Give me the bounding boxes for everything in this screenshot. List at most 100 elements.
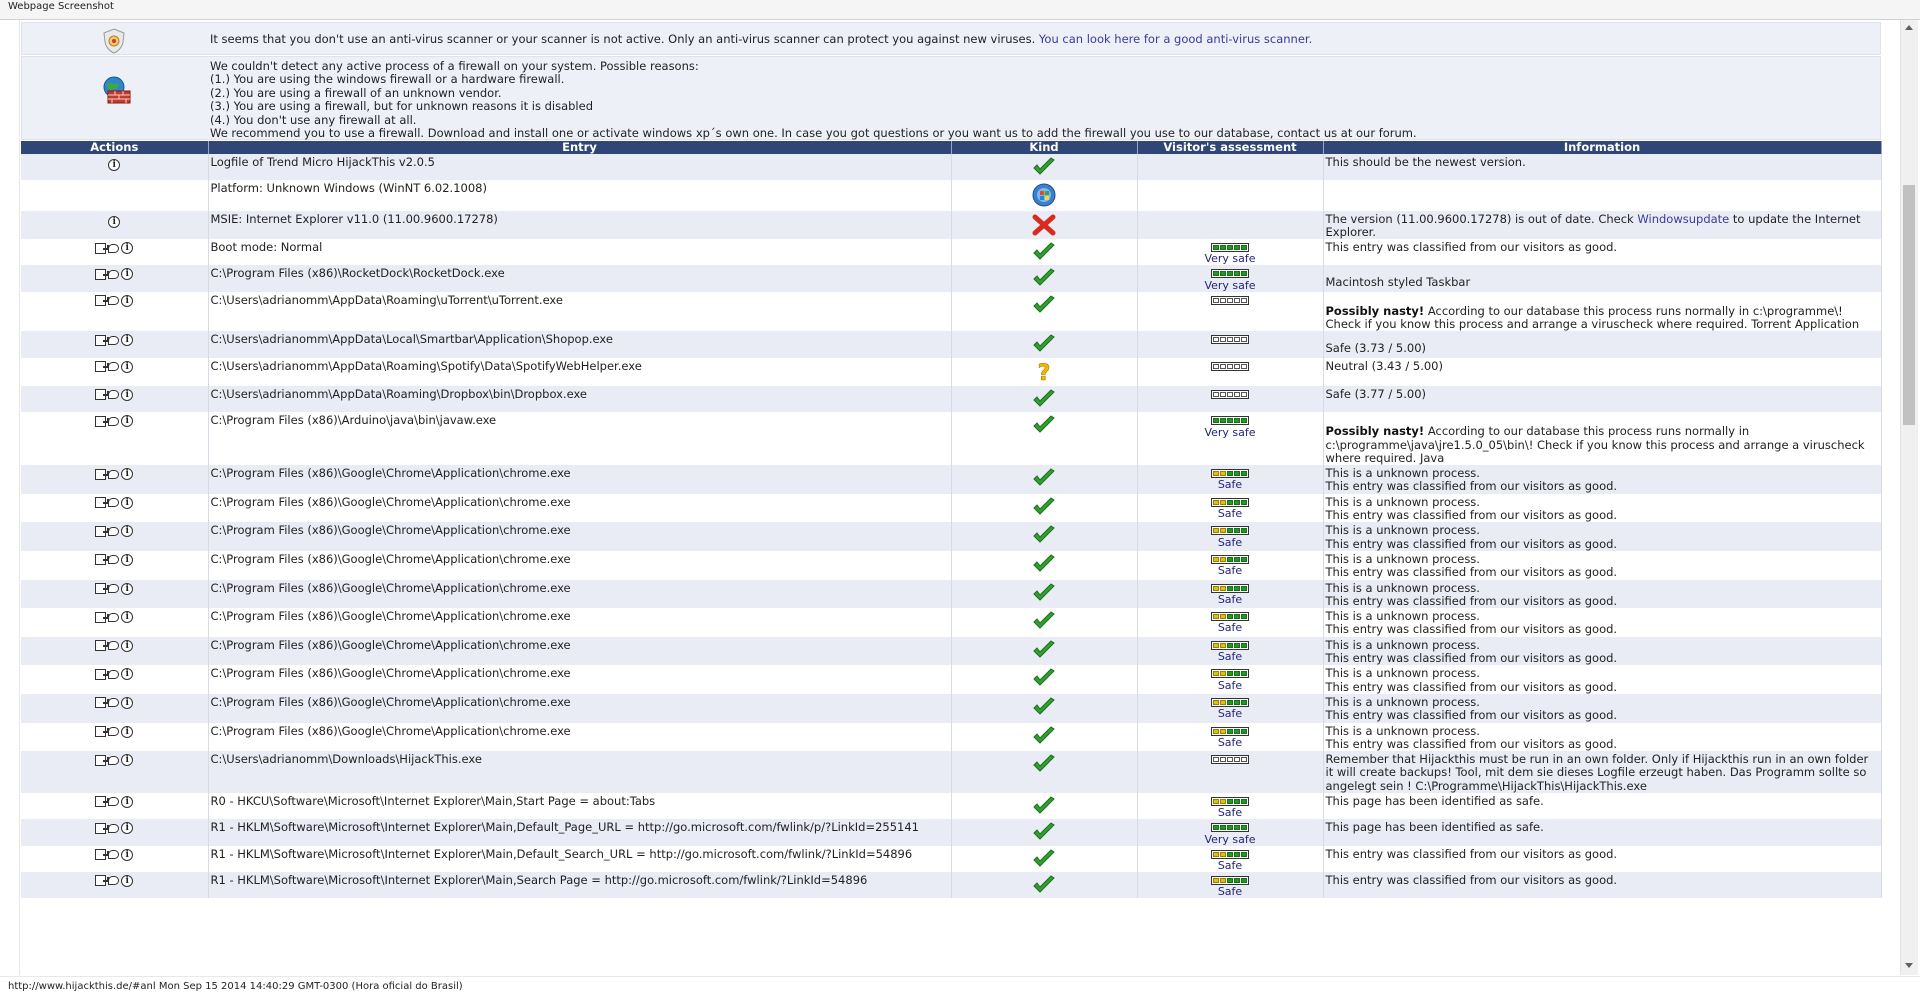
note-icon[interactable] (95, 875, 110, 887)
kind-cell (951, 608, 1138, 637)
note-icon[interactable] (95, 295, 110, 307)
comment-icon[interactable] (108, 641, 120, 651)
note-icon[interactable] (95, 796, 110, 808)
note-icon[interactable] (95, 361, 110, 373)
assessment-label[interactable]: Very safe (1138, 427, 1323, 438)
assessment-label[interactable]: Safe (1138, 594, 1323, 605)
info-icon[interactable]: i (121, 582, 134, 595)
comment-icon[interactable] (108, 823, 120, 833)
comment-icon[interactable] (108, 526, 120, 536)
assessment-label[interactable]: Safe (1138, 807, 1323, 818)
comment-icon[interactable] (108, 797, 120, 807)
info-icon[interactable]: i (121, 822, 134, 835)
comment-icon[interactable] (108, 243, 120, 253)
scroll-up-arrow-icon[interactable] (1905, 25, 1913, 30)
info-icon[interactable]: i (108, 215, 121, 228)
comment-icon[interactable] (108, 296, 120, 306)
comment-icon[interactable] (108, 335, 120, 345)
note-icon[interactable] (95, 497, 110, 509)
note-icon[interactable] (95, 754, 110, 766)
check-icon (1032, 415, 1056, 438)
table-row: Platform: Unknown Windows (WinNT 6.02.10… (21, 180, 1882, 211)
assessment-label[interactable]: Safe (1138, 680, 1323, 691)
note-icon[interactable] (95, 668, 110, 680)
note-icon[interactable] (95, 697, 110, 709)
assessment-label[interactable]: Safe (1138, 651, 1323, 662)
comment-icon[interactable] (108, 876, 120, 886)
note-icon[interactable] (95, 334, 110, 346)
comment-icon[interactable] (108, 755, 120, 765)
info-icon[interactable]: i (121, 468, 134, 481)
note-icon[interactable] (95, 415, 110, 427)
assessment-label[interactable]: Safe (1138, 886, 1323, 897)
assessment-label[interactable]: Very safe (1138, 253, 1323, 264)
info-icon[interactable]: i (121, 360, 134, 373)
row-actions: i (108, 159, 121, 171)
info-icon[interactable]: i (121, 795, 134, 808)
info-icon[interactable]: i (121, 725, 134, 738)
note-icon[interactable] (95, 611, 110, 623)
comment-icon[interactable] (108, 612, 120, 622)
comment-icon[interactable] (108, 362, 120, 372)
note-icon[interactable] (95, 389, 110, 401)
info-icon[interactable]: i (121, 611, 134, 624)
comment-icon[interactable] (108, 584, 120, 594)
info-icon[interactable]: i (121, 668, 134, 681)
note-icon[interactable] (95, 640, 110, 652)
windowsupdate-link[interactable]: Windowsupdate (1637, 212, 1729, 226)
note-icon[interactable] (95, 554, 110, 566)
info-icon[interactable]: i (121, 696, 134, 709)
assessment-label[interactable]: Safe (1138, 860, 1323, 871)
info-icon[interactable]: i (121, 334, 134, 347)
kind-cell (951, 751, 1138, 793)
scroll-down-arrow-icon[interactable] (1905, 963, 1913, 968)
info-icon[interactable]: i (121, 553, 134, 566)
assessment-cell: Safe (1137, 550, 1324, 580)
comment-icon[interactable] (108, 850, 120, 860)
info-icon[interactable]: i (121, 496, 134, 509)
actions-cell: i (21, 291, 209, 332)
assessment-label[interactable]: Safe (1138, 479, 1323, 490)
info-icon[interactable]: i (121, 848, 134, 861)
info-icon[interactable]: i (121, 268, 134, 281)
info-icon[interactable]: i (108, 159, 121, 171)
comment-icon[interactable] (108, 390, 120, 400)
note-icon[interactable] (95, 242, 110, 254)
note-icon[interactable] (95, 849, 110, 861)
scrollbar-thumb[interactable] (1903, 185, 1915, 425)
note-icon[interactable] (95, 822, 110, 834)
note-icon[interactable] (95, 726, 110, 737)
comment-icon[interactable] (108, 469, 120, 479)
info-icon[interactable]: i (121, 874, 134, 887)
note-icon[interactable] (95, 268, 110, 280)
assessment-label[interactable]: Safe (1138, 708, 1323, 719)
info-icon[interactable]: i (121, 415, 134, 428)
assessment-label[interactable]: Safe (1138, 622, 1323, 633)
rating-bar (1211, 389, 1249, 399)
antivirus-scanner-link[interactable]: You can look here for a good anti-virus … (1039, 32, 1312, 46)
info-icon[interactable]: i (121, 242, 134, 255)
assessment-label[interactable]: Safe (1138, 537, 1323, 548)
note-icon[interactable] (95, 525, 110, 537)
info-icon[interactable]: i (121, 294, 134, 307)
comment-icon[interactable] (108, 498, 120, 508)
comment-icon[interactable] (108, 698, 120, 708)
assessment-label[interactable]: Very safe (1138, 280, 1323, 291)
assessment-label[interactable]: Safe (1138, 737, 1323, 748)
assessment-label[interactable]: Safe (1138, 565, 1323, 576)
info-icon[interactable]: i (121, 388, 134, 401)
note-icon[interactable] (95, 468, 110, 480)
info-icon[interactable]: i (121, 754, 134, 767)
comment-icon[interactable] (108, 555, 120, 565)
info-icon[interactable]: i (121, 525, 134, 538)
comment-icon[interactable] (108, 669, 120, 679)
info-icon[interactable]: i (121, 639, 134, 652)
comment-icon[interactable] (108, 727, 120, 736)
scrollbar-track[interactable] (1900, 20, 1918, 975)
row-actions: i (95, 334, 134, 347)
assessment-label[interactable]: Very safe (1138, 834, 1323, 845)
assessment-label[interactable]: Safe (1138, 508, 1323, 519)
comment-icon[interactable] (108, 269, 120, 279)
note-icon[interactable] (95, 583, 110, 595)
comment-icon[interactable] (108, 416, 120, 426)
